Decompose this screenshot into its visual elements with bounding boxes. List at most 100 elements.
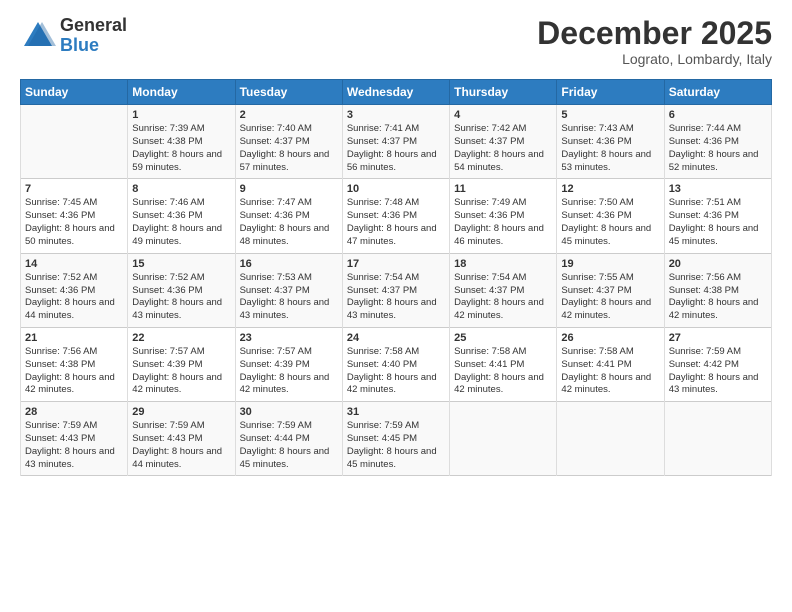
cell-sunset: Sunset: 4:37 PM	[240, 285, 310, 296]
cell-sunset: Sunset: 4:38 PM	[669, 285, 739, 296]
day-number: 19	[561, 258, 659, 270]
cell-daylight: Daylight: 8 hours and 44 minutes.	[132, 446, 222, 470]
day-number: 23	[240, 332, 338, 344]
cell-daylight: Daylight: 8 hours and 53 minutes.	[561, 149, 651, 173]
cell-daylight: Daylight: 8 hours and 45 minutes.	[347, 446, 437, 470]
col-sunday: Sunday	[21, 80, 128, 105]
table-row: 25 Sunrise: 7:58 AM Sunset: 4:41 PM Dayl…	[450, 327, 557, 401]
cell-daylight: Daylight: 8 hours and 46 minutes.	[454, 223, 544, 247]
table-row	[450, 402, 557, 476]
cell-sunset: Sunset: 4:38 PM	[25, 359, 95, 370]
cell-sunset: Sunset: 4:36 PM	[561, 136, 631, 147]
cell-sunset: Sunset: 4:37 PM	[347, 136, 417, 147]
table-row	[21, 105, 128, 179]
cell-sunrise: Sunrise: 7:52 AM	[132, 272, 204, 283]
day-number: 12	[561, 183, 659, 195]
calendar-row: 1 Sunrise: 7:39 AM Sunset: 4:38 PM Dayli…	[21, 105, 772, 179]
cell-sunrise: Sunrise: 7:57 AM	[132, 346, 204, 357]
cell-sunrise: Sunrise: 7:59 AM	[347, 420, 419, 431]
col-saturday: Saturday	[664, 80, 771, 105]
day-number: 27	[669, 332, 767, 344]
table-row: 5 Sunrise: 7:43 AM Sunset: 4:36 PM Dayli…	[557, 105, 664, 179]
cell-daylight: Daylight: 8 hours and 59 minutes.	[132, 149, 222, 173]
cell-daylight: Daylight: 8 hours and 45 minutes.	[669, 223, 759, 247]
day-number: 24	[347, 332, 445, 344]
cell-sunrise: Sunrise: 7:44 AM	[669, 123, 741, 134]
location: Lograto, Lombardy, Italy	[537, 51, 772, 67]
cell-daylight: Daylight: 8 hours and 42 minutes.	[454, 372, 544, 396]
day-number: 7	[25, 183, 123, 195]
table-row: 11 Sunrise: 7:49 AM Sunset: 4:36 PM Dayl…	[450, 179, 557, 253]
logo-blue: Blue	[60, 36, 127, 56]
logo-icon	[20, 18, 56, 54]
day-number: 28	[25, 406, 123, 418]
day-number: 20	[669, 258, 767, 270]
cell-daylight: Daylight: 8 hours and 49 minutes.	[132, 223, 222, 247]
day-number: 2	[240, 109, 338, 121]
logo: General Blue	[20, 16, 127, 56]
day-number: 1	[132, 109, 230, 121]
calendar-row: 28 Sunrise: 7:59 AM Sunset: 4:43 PM Dayl…	[21, 402, 772, 476]
col-wednesday: Wednesday	[342, 80, 449, 105]
cell-sunset: Sunset: 4:41 PM	[454, 359, 524, 370]
cell-daylight: Daylight: 8 hours and 48 minutes.	[240, 223, 330, 247]
cell-daylight: Daylight: 8 hours and 52 minutes.	[669, 149, 759, 173]
header-row: Sunday Monday Tuesday Wednesday Thursday…	[21, 80, 772, 105]
day-number: 6	[669, 109, 767, 121]
cell-sunset: Sunset: 4:39 PM	[240, 359, 310, 370]
table-row: 20 Sunrise: 7:56 AM Sunset: 4:38 PM Dayl…	[664, 253, 771, 327]
cell-sunrise: Sunrise: 7:58 AM	[347, 346, 419, 357]
table-row: 13 Sunrise: 7:51 AM Sunset: 4:36 PM Dayl…	[664, 179, 771, 253]
cell-daylight: Daylight: 8 hours and 42 minutes.	[347, 372, 437, 396]
day-number: 5	[561, 109, 659, 121]
cell-daylight: Daylight: 8 hours and 57 minutes.	[240, 149, 330, 173]
header: General Blue December 2025 Lograto, Lomb…	[20, 16, 772, 67]
table-row: 17 Sunrise: 7:54 AM Sunset: 4:37 PM Dayl…	[342, 253, 449, 327]
cell-sunset: Sunset: 4:36 PM	[669, 210, 739, 221]
cell-sunrise: Sunrise: 7:52 AM	[25, 272, 97, 283]
cell-daylight: Daylight: 8 hours and 47 minutes.	[347, 223, 437, 247]
table-row	[664, 402, 771, 476]
cell-daylight: Daylight: 8 hours and 42 minutes.	[454, 297, 544, 321]
table-row: 18 Sunrise: 7:54 AM Sunset: 4:37 PM Dayl…	[450, 253, 557, 327]
table-row: 26 Sunrise: 7:58 AM Sunset: 4:41 PM Dayl…	[557, 327, 664, 401]
cell-sunset: Sunset: 4:36 PM	[347, 210, 417, 221]
cell-sunrise: Sunrise: 7:56 AM	[25, 346, 97, 357]
cell-daylight: Daylight: 8 hours and 42 minutes.	[669, 297, 759, 321]
day-number: 29	[132, 406, 230, 418]
table-row: 23 Sunrise: 7:57 AM Sunset: 4:39 PM Dayl…	[235, 327, 342, 401]
cell-sunrise: Sunrise: 7:58 AM	[561, 346, 633, 357]
cell-sunset: Sunset: 4:36 PM	[25, 285, 95, 296]
day-number: 16	[240, 258, 338, 270]
day-number: 14	[25, 258, 123, 270]
cell-daylight: Daylight: 8 hours and 42 minutes.	[561, 297, 651, 321]
cell-sunrise: Sunrise: 7:45 AM	[25, 197, 97, 208]
table-row: 30 Sunrise: 7:59 AM Sunset: 4:44 PM Dayl…	[235, 402, 342, 476]
table-row: 24 Sunrise: 7:58 AM Sunset: 4:40 PM Dayl…	[342, 327, 449, 401]
cell-sunrise: Sunrise: 7:40 AM	[240, 123, 312, 134]
cell-sunrise: Sunrise: 7:59 AM	[132, 420, 204, 431]
col-friday: Friday	[557, 80, 664, 105]
day-number: 11	[454, 183, 552, 195]
cell-sunset: Sunset: 4:38 PM	[132, 136, 202, 147]
cell-sunrise: Sunrise: 7:47 AM	[240, 197, 312, 208]
cell-sunrise: Sunrise: 7:54 AM	[347, 272, 419, 283]
cell-sunset: Sunset: 4:37 PM	[561, 285, 631, 296]
cell-sunset: Sunset: 4:36 PM	[25, 210, 95, 221]
cell-daylight: Daylight: 8 hours and 44 minutes.	[25, 297, 115, 321]
col-thursday: Thursday	[450, 80, 557, 105]
table-row: 8 Sunrise: 7:46 AM Sunset: 4:36 PM Dayli…	[128, 179, 235, 253]
calendar-row: 14 Sunrise: 7:52 AM Sunset: 4:36 PM Dayl…	[21, 253, 772, 327]
cell-sunrise: Sunrise: 7:58 AM	[454, 346, 526, 357]
cell-sunrise: Sunrise: 7:42 AM	[454, 123, 526, 134]
cell-daylight: Daylight: 8 hours and 56 minutes.	[347, 149, 437, 173]
calendar-row: 21 Sunrise: 7:56 AM Sunset: 4:38 PM Dayl…	[21, 327, 772, 401]
cell-sunset: Sunset: 4:40 PM	[347, 359, 417, 370]
day-number: 13	[669, 183, 767, 195]
logo-general: General	[60, 16, 127, 36]
cell-sunrise: Sunrise: 7:49 AM	[454, 197, 526, 208]
cell-daylight: Daylight: 8 hours and 45 minutes.	[561, 223, 651, 247]
cell-daylight: Daylight: 8 hours and 42 minutes.	[132, 372, 222, 396]
cell-sunset: Sunset: 4:37 PM	[240, 136, 310, 147]
table-row: 21 Sunrise: 7:56 AM Sunset: 4:38 PM Dayl…	[21, 327, 128, 401]
